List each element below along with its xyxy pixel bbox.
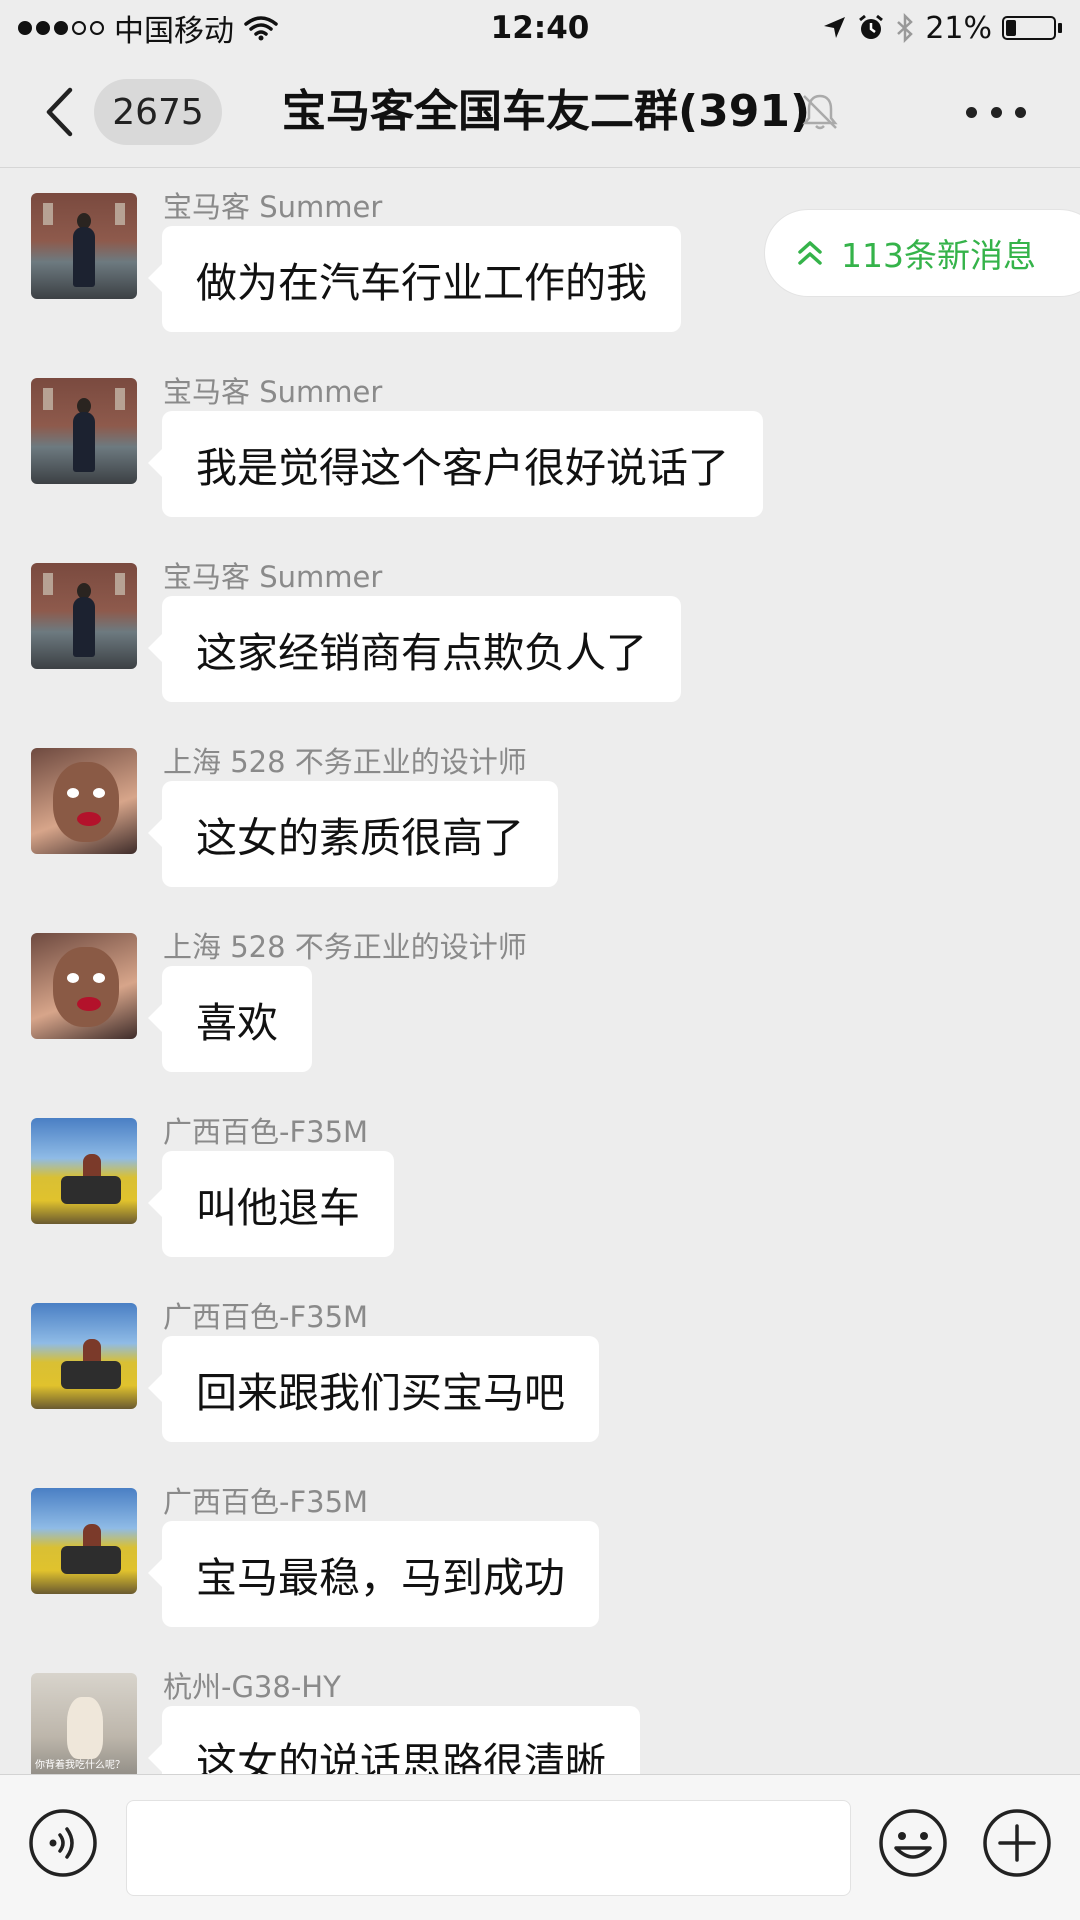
voice-button[interactable] bbox=[28, 1808, 98, 1878]
back-button[interactable] bbox=[44, 84, 84, 140]
message-bubble[interactable]: 这家经销商有点欺负人了 bbox=[148, 596, 681, 702]
message-item: 上海 528 不务正业的设计师 喜欢 bbox=[0, 918, 1080, 1088]
message-bubble[interactable]: 喜欢 bbox=[148, 966, 312, 1072]
location-arrow-icon bbox=[824, 17, 846, 38]
plus-button[interactable] bbox=[982, 1808, 1052, 1878]
message-item: 广西百色-F35M 宝马最稳，马到成功 bbox=[0, 1473, 1080, 1643]
message-bubble[interactable]: 做为在汽车行业工作的我 bbox=[148, 226, 681, 332]
message-bubble[interactable]: 我是觉得这个客户很好说话了 bbox=[148, 411, 763, 517]
status-left: 中国移动 bbox=[18, 6, 278, 50]
wifi-icon bbox=[244, 16, 278, 41]
message-bubble[interactable]: 叫他退车 bbox=[148, 1151, 394, 1257]
message-item: 广西百色-F35M 回来跟我们买宝马吧 bbox=[0, 1288, 1080, 1458]
message-bubble[interactable]: 这女的说话思路很清晰 bbox=[148, 1706, 640, 1774]
avatar[interactable] bbox=[31, 193, 137, 299]
sender-name: 广西百色-F35M bbox=[163, 1115, 369, 1149]
avatar[interactable] bbox=[31, 748, 137, 854]
message-list[interactable]: 宝马客 Summer 做为在汽车行业工作的我 宝马客 Summer 我是觉得这个… bbox=[0, 169, 1080, 1774]
unread-count-badge[interactable]: 2675 bbox=[94, 79, 222, 145]
message-bubble[interactable]: 回来跟我们买宝马吧 bbox=[148, 1336, 599, 1442]
avatar-caption: 你背着我吃什么呢？ bbox=[35, 1760, 125, 1771]
back-chevron-icon bbox=[46, 87, 73, 137]
new-messages-button[interactable]: 113条新消息 bbox=[764, 209, 1080, 297]
avatar[interactable] bbox=[31, 563, 137, 669]
emoji-button[interactable] bbox=[878, 1808, 948, 1878]
input-bar bbox=[0, 1774, 1080, 1920]
bluetooth-icon bbox=[897, 13, 914, 43]
sender-name: 宝马客 Summer bbox=[163, 190, 383, 224]
message-item: 宝马客 Summer 我是觉得这个客户很好说话了 bbox=[0, 363, 1080, 533]
double-chevron-up-icon bbox=[798, 241, 822, 265]
new-messages-label: 113条新消息 bbox=[841, 236, 1036, 275]
battery-level-fill bbox=[1006, 20, 1016, 36]
sender-name: 杭州-G38-HY bbox=[163, 1670, 341, 1704]
navigation-bar: 2675 宝马客全国车友二群(391) bbox=[0, 56, 1080, 168]
status-right: 21% bbox=[821, 11, 1062, 46]
avatar[interactable] bbox=[31, 933, 137, 1039]
avatar[interactable] bbox=[31, 378, 137, 484]
chat-title: 宝马客全国车友二群(391) bbox=[282, 86, 811, 137]
sender-name: 广西百色-F35M bbox=[163, 1300, 369, 1334]
avatar[interactable]: 你背着我吃什么呢？ bbox=[31, 1673, 137, 1774]
avatar[interactable] bbox=[31, 1303, 137, 1409]
message-item: 上海 528 不务正业的设计师 这女的素质很高了 bbox=[0, 733, 1080, 903]
sender-name: 宝马客 Summer bbox=[163, 560, 383, 594]
message-item: 你背着我吃什么呢？ 杭州-G38-HY 这女的说话思路很清晰 bbox=[0, 1658, 1080, 1774]
carrier-label: 中国移动 bbox=[114, 14, 234, 49]
sender-name: 宝马客 Summer bbox=[163, 375, 383, 409]
message-input[interactable] bbox=[126, 1800, 851, 1896]
mute-bell-icon bbox=[802, 94, 838, 130]
signal-strength-icon bbox=[18, 21, 104, 35]
message-item: 广西百色-F35M 叫他退车 bbox=[0, 1103, 1080, 1273]
voice-icon bbox=[29, 1809, 97, 1877]
message-item: 宝马客 Summer 这家经销商有点欺负人了 bbox=[0, 548, 1080, 718]
sender-name: 上海 528 不务正业的设计师 bbox=[163, 930, 527, 964]
plus-icon bbox=[983, 1809, 1051, 1877]
avatar[interactable] bbox=[31, 1118, 137, 1224]
message-bubble[interactable]: 这女的素质很高了 bbox=[148, 781, 558, 887]
chat-screen: 中国移动 12:40 21% 2675 宝马客全国车友二群(391) 宝马客 S… bbox=[0, 0, 1080, 1920]
sender-name: 上海 528 不务正业的设计师 bbox=[163, 745, 527, 779]
message-bubble[interactable]: 宝马最稳，马到成功 bbox=[148, 1521, 599, 1627]
avatar[interactable] bbox=[31, 1488, 137, 1594]
battery-percent: 21% bbox=[925, 10, 992, 46]
more-icon[interactable] bbox=[966, 94, 1026, 130]
battery-icon bbox=[1002, 16, 1062, 40]
emoji-icon bbox=[879, 1809, 947, 1877]
alarm-icon bbox=[859, 14, 884, 39]
status-bar: 中国移动 12:40 21% bbox=[0, 0, 1080, 56]
sender-name: 广西百色-F35M bbox=[163, 1485, 369, 1519]
